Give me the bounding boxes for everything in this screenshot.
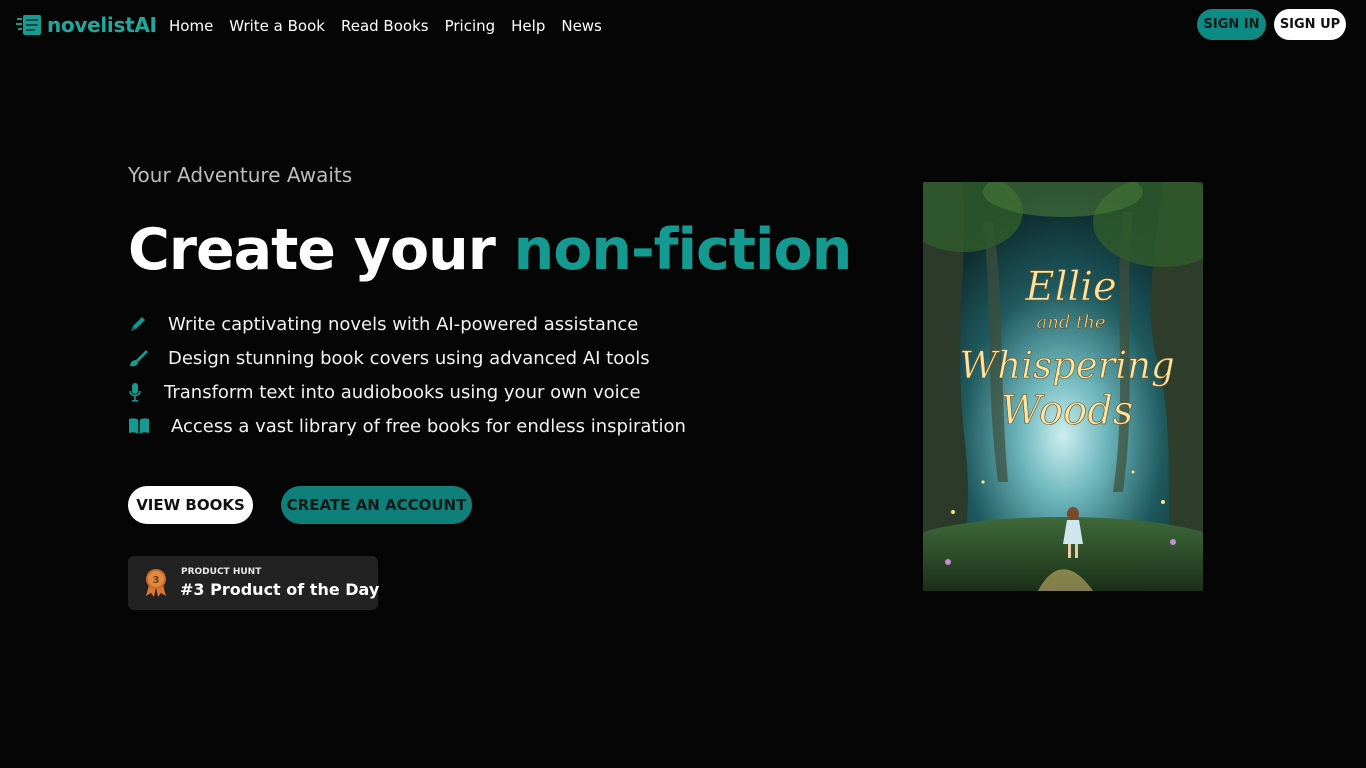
svg-text:Whispering: Whispering: [959, 344, 1174, 387]
svg-text:Ellie: Ellie: [1024, 264, 1116, 310]
logo-text: novelistAI: [47, 13, 157, 37]
nav-news[interactable]: News: [561, 17, 602, 35]
headline-accent: non-fiction: [513, 217, 853, 283]
microphone-icon: [128, 382, 152, 402]
svg-text:and the: and the: [1036, 312, 1105, 333]
feature-item: Write captivating novels with AI-powered…: [128, 307, 686, 341]
sign-in-button[interactable]: SIGN IN: [1197, 9, 1266, 40]
nav-read-books[interactable]: Read Books: [341, 17, 429, 35]
headline-prefix: Create your: [128, 217, 514, 283]
main-nav: Home Write a Book Read Books Pricing Hel…: [169, 15, 602, 37]
feature-text: Write captivating novels with AI-powered…: [168, 313, 639, 335]
hero-eyebrow: Your Adventure Awaits: [128, 163, 353, 187]
nav-pricing[interactable]: Pricing: [445, 17, 496, 35]
top-navigation-bar: novelistAI Home Write a Book Read Books …: [0, 0, 1366, 50]
nav-home[interactable]: Home: [169, 17, 213, 35]
open-book-icon: [128, 416, 159, 436]
sign-up-button[interactable]: SIGN UP: [1274, 9, 1346, 40]
svg-text:Woods: Woods: [1001, 388, 1134, 434]
product-hunt-title: #3 Product of the Day: [180, 580, 380, 599]
product-hunt-label: PRODUCT HUNT: [181, 567, 262, 577]
hero-headline: Create your non-fiction: [128, 214, 853, 286]
medal-icon: 3: [146, 569, 166, 597]
nav-write-a-book[interactable]: Write a Book: [229, 17, 325, 35]
create-account-button[interactable]: CREATE AN ACCOUNT: [281, 486, 472, 524]
nav-help[interactable]: Help: [511, 17, 545, 35]
logo-link[interactable]: novelistAI: [16, 11, 157, 39]
view-books-button[interactable]: VIEW BOOKS: [128, 486, 253, 524]
logo-icon: [16, 15, 41, 35]
feature-text: Transform text into audiobooks using you…: [164, 381, 641, 403]
pen-icon: [128, 314, 156, 334]
feature-text: Access a vast library of free books for …: [171, 415, 686, 437]
feature-item: Access a vast library of free books for …: [128, 409, 686, 443]
feature-list: Write captivating novels with AI-powered…: [128, 307, 686, 443]
svg-text:3: 3: [153, 575, 160, 586]
book-cover-image: Ellie and the Whispering Woods: [923, 182, 1203, 591]
feature-item: Design stunning book covers using advanc…: [128, 341, 686, 375]
feature-text: Design stunning book covers using advanc…: [168, 347, 650, 369]
feature-item: Transform text into audiobooks using you…: [128, 375, 686, 409]
brush-icon: [128, 348, 156, 368]
product-hunt-badge[interactable]: 3 PRODUCT HUNT #3 Product of the Day: [128, 556, 380, 610]
